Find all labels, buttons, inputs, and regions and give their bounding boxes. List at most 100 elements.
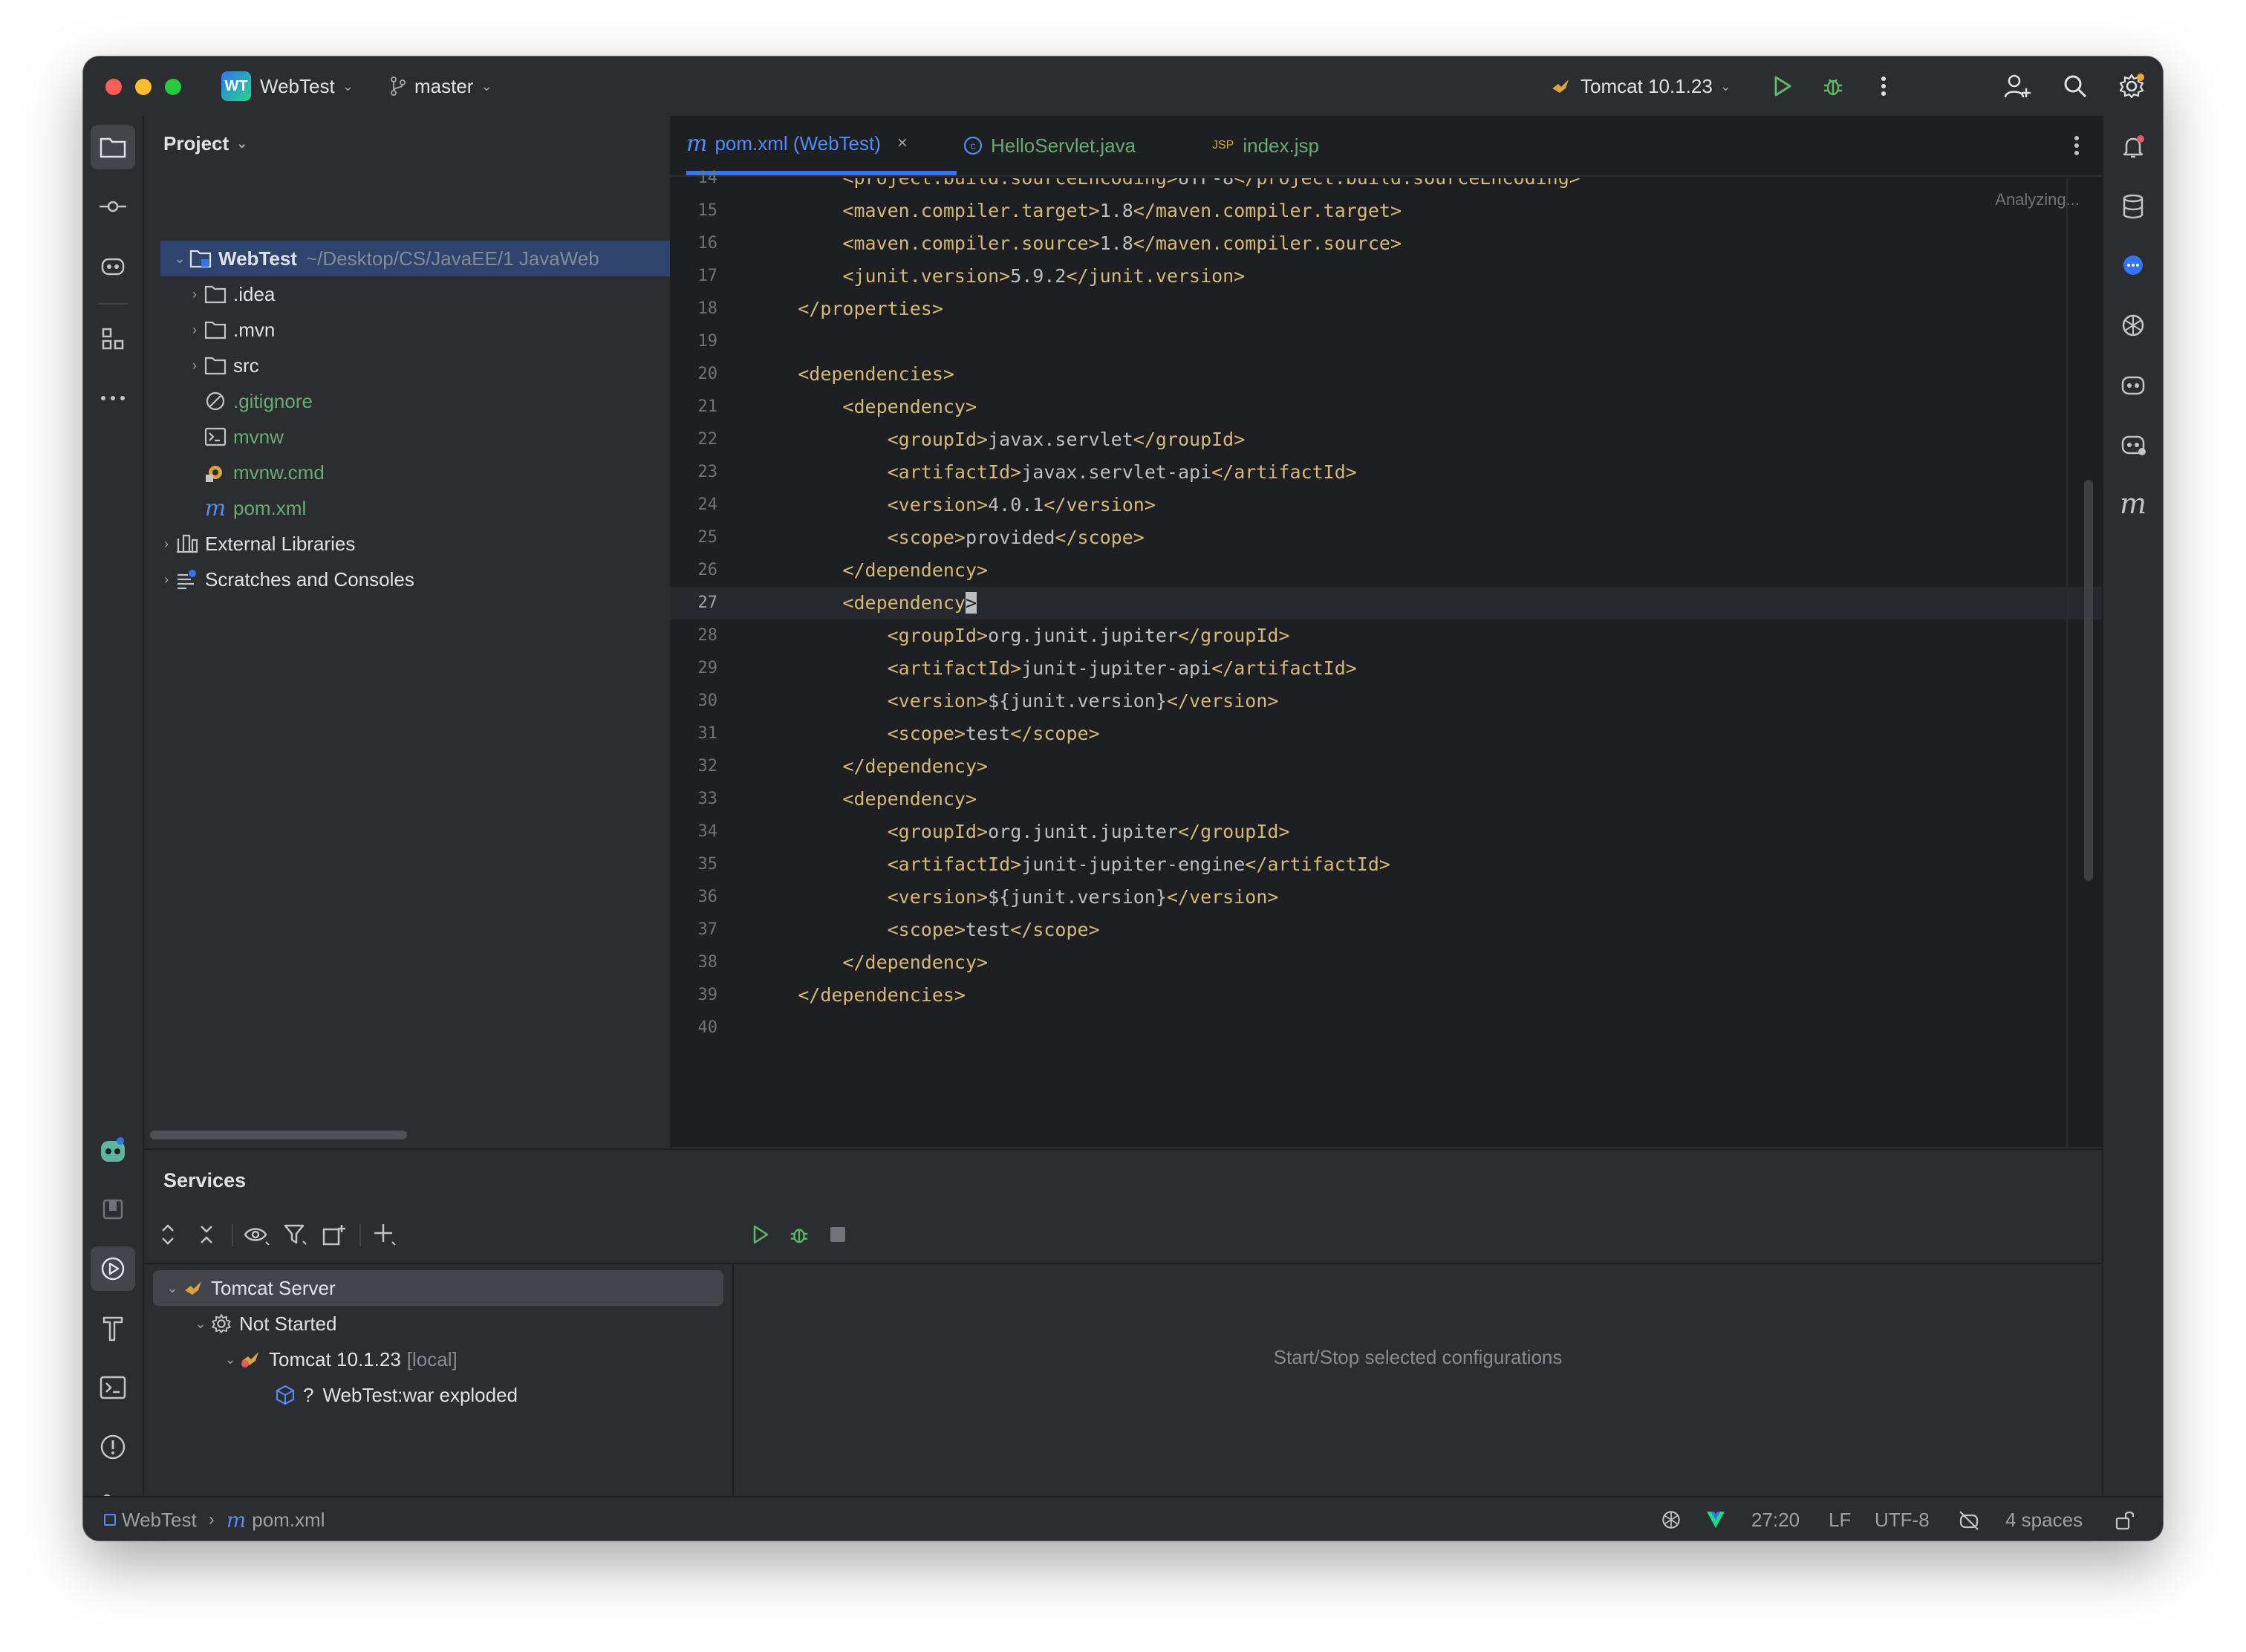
line-number: 16	[697, 234, 718, 253]
service-artifact[interactable]: ? WebTest:war exploded	[273, 1377, 518, 1413]
xml-text: org.junit.jupiter	[988, 625, 1178, 646]
codewithme-icon[interactable]	[91, 1128, 135, 1172]
code-line: <artifactId>junit-jupiter-api</artifactI…	[753, 652, 1357, 685]
chevron-down-icon: ⌄	[195, 1316, 206, 1331]
caret-position[interactable]: 27:20	[1751, 1497, 1800, 1541]
more-tools-icon[interactable]	[91, 376, 135, 420]
run-icon[interactable]	[744, 1218, 777, 1251]
tab-actions-icon[interactable]	[2074, 135, 2080, 160]
filter-icon[interactable]	[279, 1218, 312, 1251]
service-label: Not Started	[239, 1312, 337, 1335]
debug-icon[interactable]	[783, 1218, 816, 1251]
line-number: 29	[697, 659, 718, 677]
tree-item-external-libraries[interactable]: › External Libraries	[157, 526, 355, 562]
tree-item-mvn[interactable]: › .mvn	[186, 312, 275, 348]
copilot-icon[interactable]	[91, 244, 135, 288]
terminal-icon[interactable]	[91, 1365, 135, 1410]
run-icon[interactable]	[1768, 71, 1797, 101]
services-tool-icon[interactable]	[91, 1246, 135, 1291]
breadcrumb-project[interactable]: WebTest	[122, 1509, 197, 1532]
ai-status-icon[interactable]	[1661, 1497, 1682, 1541]
tree-root-webtest[interactable]: ⌄ WebTest ~/Desktop/CS/JavaEE/1 JavaWeb	[160, 241, 670, 276]
search-icon[interactable]	[2060, 71, 2090, 101]
copilot-chat-icon[interactable]	[2111, 362, 2155, 407]
project-tool-icon[interactable]	[91, 125, 135, 169]
vcs-branch-switcher[interactable]: master ⌄	[389, 56, 492, 116]
openai-icon[interactable]	[2111, 303, 2155, 348]
maven-file-icon: m	[226, 1507, 247, 1532]
close-window-button[interactable]	[105, 79, 122, 95]
vuejs-icon[interactable]	[1705, 1497, 1726, 1541]
code-editor[interactable]: <project.build.sourceEncoding>UTF-8</pro…	[753, 178, 2060, 1148]
artifact-icon	[273, 1383, 297, 1407]
eye-icon[interactable]	[241, 1218, 273, 1251]
tab-index-jsp[interactable]: JSP index.jsp	[1212, 116, 1319, 175]
tree-item-idea[interactable]: › .idea	[186, 276, 275, 312]
tree-item-mvnw[interactable]: mvnw	[204, 419, 284, 455]
inspections-off-icon[interactable]	[1958, 1497, 1980, 1541]
status-bar: WebTest › m pom.xml 27:20 LF UTF-8 4 spa…	[83, 1496, 2163, 1541]
project-panel-header[interactable]: Project ⌄	[163, 132, 247, 155]
tree-item-label: mvnw	[233, 425, 284, 448]
module-folder-icon	[189, 247, 212, 270]
line-separator[interactable]: LF	[1829, 1497, 1851, 1541]
tree-item-pom-xml[interactable]: m pom.xml	[204, 490, 306, 526]
tree-item-src[interactable]: › src	[186, 348, 259, 383]
tree-item-label: .mvn	[233, 318, 276, 341]
settings-gear-icon[interactable]	[2117, 71, 2146, 101]
xml-open-tag: <groupId>	[887, 821, 989, 842]
xml-open-tag: </dependency>	[842, 755, 989, 777]
more-actions-icon[interactable]	[1869, 71, 1898, 101]
service-tomcat-server[interactable]: ⌄ Tomcat Server	[153, 1270, 723, 1306]
expand-all-icon[interactable]	[152, 1218, 184, 1251]
tab-label: index.jsp	[1243, 134, 1319, 157]
xml-text: ${junit.version}	[988, 690, 1167, 712]
copilot-agent-icon[interactable]	[2111, 422, 2155, 466]
structure-icon[interactable]	[91, 316, 135, 361]
line-number: 20	[697, 365, 718, 383]
database-icon[interactable]	[2111, 184, 2155, 229]
lock-open-icon[interactable]	[2115, 1497, 2135, 1541]
new-group-icon[interactable]	[318, 1218, 351, 1251]
project-switcher[interactable]: WT WebTest ⌄	[221, 56, 354, 116]
maven-tool-icon[interactable]: m	[2111, 481, 2155, 526]
problems-icon[interactable]	[91, 1425, 135, 1469]
service-tomcat-instance[interactable]: ⌄ Tomcat 10.1.23 [local]	[221, 1342, 458, 1377]
service-label: Tomcat Server	[211, 1276, 336, 1299]
folder-icon	[204, 282, 227, 306]
file-encoding[interactable]: UTF-8	[1875, 1497, 1930, 1541]
maximize-window-button[interactable]	[165, 79, 181, 95]
collapse-all-icon[interactable]	[190, 1218, 223, 1251]
minimize-window-button[interactable]	[135, 79, 152, 95]
tree-item-scratches[interactable]: › Scratches and Consoles	[157, 562, 414, 597]
commit-icon[interactable]	[91, 184, 135, 229]
close-tab-icon[interactable]: ×	[897, 133, 908, 154]
tab-pom-xml[interactable]: m pom.xml (WebTest) ×	[686, 116, 957, 175]
service-tag: [local]	[406, 1347, 458, 1370]
breadcrumb-file[interactable]: pom.xml	[252, 1509, 325, 1532]
line-number: 39	[697, 986, 718, 1004]
code-line: <dependency>	[753, 783, 977, 816]
service-not-started[interactable]: ⌄ Not Started	[192, 1306, 337, 1342]
ai-chat-icon[interactable]	[2111, 244, 2155, 288]
notifications-bell-icon[interactable]	[2111, 125, 2155, 169]
vertical-scrollbar[interactable]	[2084, 480, 2093, 881]
horizontal-scrollbar[interactable]	[150, 1131, 407, 1139]
bookmarks-icon[interactable]	[91, 1187, 135, 1232]
add-user-icon[interactable]	[2002, 71, 2032, 101]
title-bar: WT WebTest ⌄ master ⌄ Tomcat 10.1.23 ⌄	[83, 56, 2163, 117]
stop-icon[interactable]	[821, 1218, 854, 1251]
editor-area: m pom.xml (WebTest) × c HelloServlet.jav…	[670, 116, 2103, 1148]
run-config-selector[interactable]: Tomcat 10.1.23 ⌄	[1551, 56, 1731, 116]
indent-setting[interactable]: 4 spaces	[2005, 1497, 2083, 1541]
add-service-icon[interactable]	[368, 1218, 401, 1251]
code-line: <groupId>org.junit.jupiter</groupId>	[753, 620, 1290, 652]
tree-item-mvnw-cmd[interactable]: mvnw.cmd	[204, 455, 325, 490]
tab-helloservlet-java[interactable]: c HelloServlet.java	[963, 116, 1136, 175]
debug-icon[interactable]	[1818, 71, 1848, 101]
build-hammer-icon[interactable]	[91, 1306, 135, 1350]
tree-item-label: .idea	[233, 282, 276, 305]
tree-item-gitignore[interactable]: .gitignore	[204, 383, 313, 419]
